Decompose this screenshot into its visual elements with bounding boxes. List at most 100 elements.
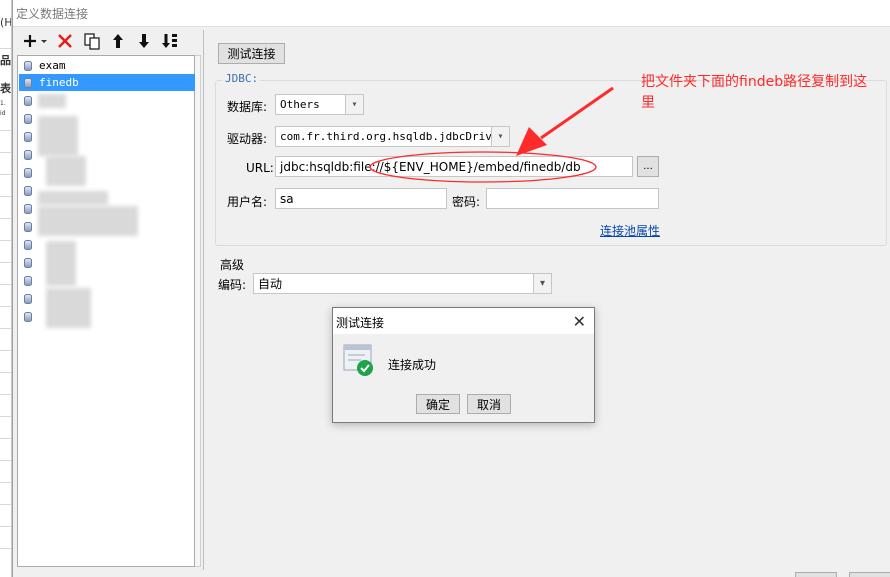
test-connection-button[interactable]: 测试连接	[218, 43, 285, 64]
connection-pool-link[interactable]: 连接池属性	[600, 222, 660, 239]
arrow-down-icon	[139, 34, 149, 48]
database-label: 数据库:	[227, 100, 268, 114]
encoding-select[interactable]: 自动 ▾	[253, 273, 552, 294]
database-icon	[24, 221, 32, 232]
red-x-icon	[58, 34, 72, 48]
plus-dropdown-icon	[24, 35, 47, 47]
bg-text: id	[0, 110, 6, 117]
test-connection-dialog: 测试连接 ✕ 连接成功 确定 取消	[332, 307, 595, 423]
database-icon	[24, 311, 32, 322]
copy-connection-button[interactable]	[80, 29, 104, 53]
sort-button[interactable]	[158, 29, 182, 53]
list-item[interactable]: exam	[19, 57, 195, 74]
bg-gridline	[0, 240, 11, 241]
database-select[interactable]: Others ▾	[275, 94, 364, 115]
bg-gridline	[0, 284, 11, 285]
cancel-button[interactable]: 取消	[467, 394, 511, 414]
dialog-titlebar[interactable]: 测试连接 ✕	[333, 308, 594, 334]
ok-button[interactable]: 确定	[416, 394, 460, 414]
bg-gridline	[0, 130, 11, 131]
database-icon	[24, 95, 32, 106]
redaction-blur	[38, 191, 108, 205]
redaction-blur	[46, 156, 86, 186]
url-label: URL:	[246, 161, 274, 175]
copy-icon	[84, 33, 100, 50]
encoding-select-value: 自动	[258, 277, 283, 291]
list-item-label: exam	[39, 59, 66, 72]
delete-connection-button[interactable]	[53, 29, 77, 53]
bg-gridline	[0, 438, 11, 439]
dialog-message: 连接成功	[388, 358, 437, 372]
database-icon	[24, 185, 32, 196]
bg-gridline	[0, 460, 11, 461]
database-icon	[24, 60, 32, 71]
bg-gridline	[0, 394, 11, 395]
window-title: 定义数据连接	[16, 7, 89, 21]
connection-toolbar	[17, 29, 197, 53]
url-input-value: jdbc:hsqldb:file://${ENV_HOME}/embed/fin…	[280, 159, 581, 174]
database-icon	[24, 149, 32, 160]
bg-gridline	[0, 548, 11, 549]
redaction-blur	[38, 206, 138, 236]
database-icon	[24, 239, 32, 250]
list-scrollbar[interactable]	[195, 55, 201, 567]
password-input[interactable]	[486, 188, 659, 209]
chevron-down-icon[interactable]: ▾	[533, 274, 551, 293]
username-label: 用户名:	[227, 195, 268, 209]
bg-gridline	[0, 350, 11, 351]
password-label: 密码:	[452, 195, 481, 209]
username-input-value: sa	[280, 191, 294, 206]
close-icon[interactable]: ✕	[573, 312, 586, 331]
database-icon	[24, 77, 32, 88]
database-icon	[24, 275, 32, 286]
bg-gridline	[0, 218, 11, 219]
driver-label: 驱动器:	[227, 132, 268, 146]
bg-text: 1.	[0, 100, 6, 107]
bg-gridline	[0, 504, 11, 505]
move-up-button[interactable]	[106, 29, 130, 53]
list-item-label: finedb	[39, 76, 79, 89]
username-input[interactable]: sa	[275, 188, 447, 209]
chevron-down-icon[interactable]: ▾	[491, 127, 509, 146]
connection-list[interactable]: exam finedb	[17, 55, 195, 567]
database-icon	[24, 257, 32, 268]
list-item[interactable]: finedb	[19, 74, 195, 91]
database-icon	[24, 293, 32, 304]
annotation-text: 把文件夹下面的findeb路径复制到这里	[641, 74, 868, 111]
redaction-blur	[46, 288, 91, 328]
bg-gridline	[0, 152, 11, 153]
arrow-up-icon	[113, 34, 123, 48]
jdbc-group-label: JDBC:	[223, 72, 261, 85]
bg-gridline	[0, 526, 11, 527]
database-icon	[24, 131, 32, 142]
success-check-icon	[343, 344, 373, 376]
dialog-title: 测试连接	[336, 316, 385, 330]
bg-gridline	[0, 372, 11, 373]
footer-button[interactable]	[849, 572, 890, 577]
database-select-value: Others	[280, 98, 320, 111]
database-icon	[24, 113, 32, 124]
bg-gridline	[0, 328, 11, 329]
footer-button[interactable]	[795, 572, 837, 577]
pane-splitter[interactable]	[203, 30, 204, 570]
add-connection-button[interactable]	[21, 29, 51, 53]
bg-gridline	[0, 306, 11, 307]
database-icon	[24, 167, 32, 178]
driver-select[interactable]: com.fr.third.org.hsqldb.jdbcDriver ▾	[275, 126, 510, 147]
bg-gridline	[0, 482, 11, 483]
bg-gridline	[0, 196, 11, 197]
window-titlebar[interactable]: 定义数据连接	[13, 0, 890, 27]
browse-button[interactable]: ...	[637, 156, 659, 177]
sort-icon	[162, 34, 177, 48]
bg-gridline	[0, 174, 11, 175]
bg-gridline	[0, 48, 11, 49]
url-input[interactable]: jdbc:hsqldb:file://${ENV_HOME}/embed/fin…	[275, 156, 633, 177]
advanced-label: 高级	[220, 258, 245, 272]
encoding-label: 编码:	[218, 278, 247, 292]
move-down-button[interactable]	[132, 29, 156, 53]
bg-gridline	[0, 416, 11, 417]
chevron-down-icon[interactable]: ▾	[345, 95, 363, 114]
bg-text: (H	[0, 16, 12, 29]
bg-gridline	[0, 262, 11, 263]
driver-select-value: com.fr.third.org.hsqldb.jdbcDriver	[280, 130, 506, 143]
